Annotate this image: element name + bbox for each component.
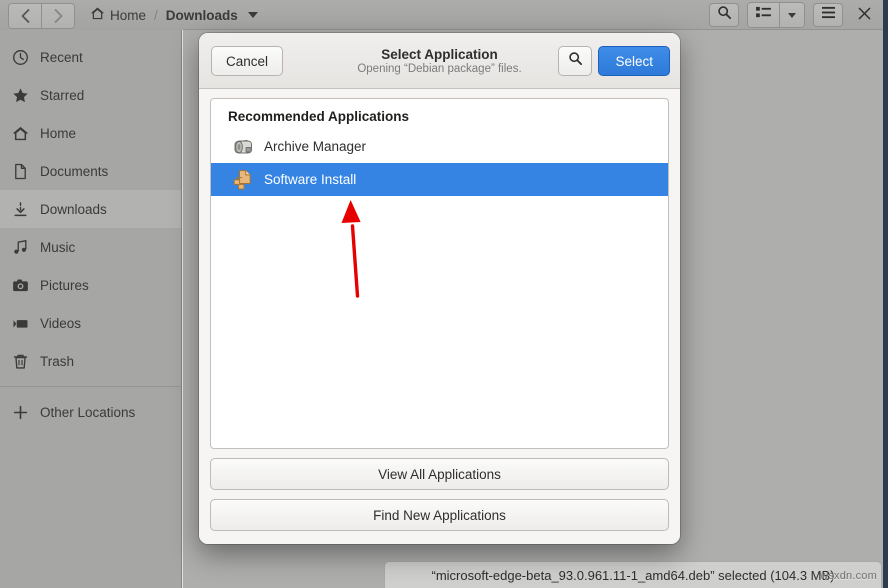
forward-button[interactable] — [41, 4, 74, 28]
sidebar-item-label: Other Locations — [40, 404, 136, 420]
plus-icon — [11, 403, 29, 421]
view-all-applications-label: View All Applications — [378, 466, 501, 482]
view-options-dropdown[interactable] — [779, 3, 804, 27]
desktop-background-strip — [883, 0, 888, 588]
sidebar: Recent Starred Home Documents Downloads … — [0, 30, 182, 588]
list-item[interactable]: Software Install — [211, 163, 668, 196]
sidebar-item-starred[interactable]: Starred — [0, 76, 181, 114]
breadcrumb-item-downloads[interactable]: Downloads — [166, 8, 238, 23]
sidebar-item-music[interactable]: Music — [0, 228, 181, 266]
sidebar-item-pictures[interactable]: Pictures — [0, 266, 181, 304]
chevron-down-icon — [788, 12, 796, 18]
trash-icon — [11, 352, 29, 370]
application-list-header: Recommended Applications — [228, 109, 410, 124]
breadcrumb: Home / Downloads — [90, 0, 258, 30]
archive-manager-icon — [231, 135, 255, 159]
sidebar-item-label: Starred — [40, 87, 85, 103]
sidebar-item-label: Recent — [40, 49, 83, 65]
document-icon — [11, 162, 29, 180]
back-button[interactable] — [9, 4, 41, 28]
star-icon — [11, 86, 29, 104]
list-item-label: Archive Manager — [264, 139, 367, 154]
home-icon — [90, 6, 105, 24]
clock-icon — [11, 48, 29, 66]
dialog-search-button[interactable] — [558, 46, 592, 76]
software-install-icon — [231, 168, 255, 192]
sidebar-item-other-locations[interactable]: Other Locations — [0, 393, 181, 431]
chevron-right-icon — [54, 9, 63, 23]
download-icon — [11, 200, 29, 218]
chevron-down-icon[interactable] — [247, 12, 258, 18]
music-icon — [11, 238, 29, 256]
list-item[interactable]: Archive Manager — [211, 130, 668, 163]
sidebar-item-home[interactable]: Home — [0, 114, 181, 152]
select-button-label: Select — [615, 53, 653, 69]
find-new-applications-label: Find New Applications — [373, 507, 506, 523]
status-bar-text: “microsoft-edge-beta_93.0.961.11-1_amd64… — [431, 567, 835, 583]
sidebar-item-label: Home — [40, 125, 77, 141]
view-all-applications-button[interactable]: View All Applications — [210, 458, 669, 490]
application-list[interactable]: Recommended Applications Archive Manager — [210, 98, 669, 449]
breadcrumb-separator: / — [154, 7, 158, 23]
dialog-body: Recommended Applications Archive Manager — [199, 89, 680, 544]
cancel-button[interactable]: Cancel — [211, 46, 284, 76]
list-view-icon — [756, 6, 771, 24]
select-application-dialog: Select Application Opening “Debian packa… — [199, 33, 680, 544]
list-view-button[interactable] — [748, 3, 779, 27]
breadcrumb-item-home[interactable]: Home — [90, 6, 146, 24]
close-window-button[interactable] — [851, 3, 877, 27]
status-bar: “microsoft-edge-beta_93.0.961.11-1_amd64… — [384, 561, 882, 588]
navigation-buttons — [8, 3, 75, 29]
dialog-subtitle: Opening “Debian package” files. — [357, 62, 522, 75]
search-icon — [568, 51, 583, 71]
close-icon — [858, 7, 871, 24]
window-header-bar: Home / Downloads — [0, 0, 883, 30]
header-bar-actions — [709, 2, 877, 28]
main-menu-button[interactable] — [813, 3, 843, 27]
sidebar-item-label: Pictures — [40, 277, 89, 293]
sidebar-divider — [0, 386, 181, 387]
video-icon — [11, 314, 29, 332]
sidebar-item-videos[interactable]: Videos — [0, 304, 181, 342]
list-item-label: Software Install — [264, 172, 357, 187]
sidebar-item-downloads[interactable]: Downloads — [0, 190, 181, 228]
breadcrumb-home-label: Home — [110, 7, 147, 23]
search-icon — [717, 5, 732, 25]
sidebar-item-recent[interactable]: Recent — [0, 38, 181, 76]
sidebar-item-documents[interactable]: Documents — [0, 152, 181, 190]
select-button[interactable]: Select — [598, 46, 670, 76]
search-button[interactable] — [709, 3, 739, 27]
sidebar-item-label: Downloads — [40, 201, 107, 217]
sidebar-item-label: Documents — [40, 163, 109, 179]
view-mode-group — [747, 2, 805, 28]
dialog-title: Select Application — [381, 46, 498, 62]
chevron-left-icon — [21, 9, 30, 23]
breadcrumb-current-label: Downloads — [165, 7, 238, 23]
sidebar-item-label: Videos — [40, 315, 82, 331]
hamburger-menu-icon — [821, 6, 836, 24]
sidebar-item-trash[interactable]: Trash — [0, 342, 181, 380]
find-new-applications-button[interactable]: Find New Applications — [210, 499, 669, 531]
dialog-header-bar: Select Application Opening “Debian packa… — [199, 33, 680, 89]
camera-icon — [11, 276, 29, 294]
sidebar-item-label: Trash — [40, 353, 75, 369]
home-icon — [11, 124, 29, 142]
watermark: wsxdn.com — [820, 570, 877, 582]
screen: Home / Downloads Recent Starred Home Doc… — [0, 0, 888, 588]
sidebar-item-label: Music — [40, 239, 76, 255]
cancel-button-label: Cancel — [226, 53, 269, 69]
